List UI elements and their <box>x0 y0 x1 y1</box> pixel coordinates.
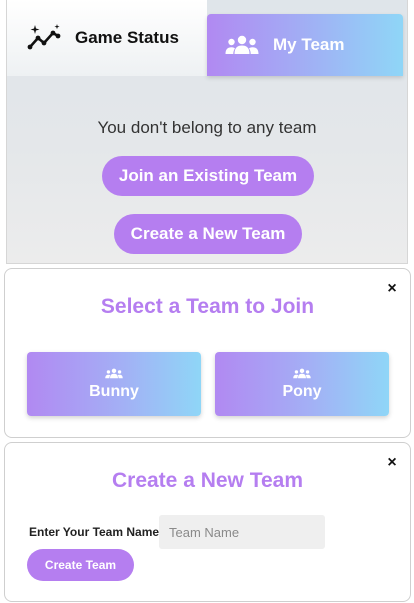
group-icon <box>293 368 311 379</box>
tab-my-team-label: My Team <box>273 35 345 54</box>
team-status-panel: Game Status My Team You don't belong to … <box>6 0 408 264</box>
no-team-message: You don't belong to any team <box>97 118 317 137</box>
tab-game-status-label: Game Status <box>75 28 179 47</box>
group-icon <box>105 368 123 379</box>
team-name-field-label: Enter Your Team Name <box>29 525 160 539</box>
tab-my-team[interactable]: My Team <box>207 14 403 76</box>
create-modal-title: Create a New Team <box>111 469 304 492</box>
group-icon <box>225 35 259 55</box>
team-card-bunny[interactable]: Bunny <box>27 352 201 416</box>
join-team-modal: × Select a Team to Join Bunny Pony <box>4 268 411 438</box>
create-new-team-button[interactable]: Create a New Team <box>114 214 302 254</box>
join-modal-title: Select a Team to Join <box>100 295 315 318</box>
team-card-pony[interactable]: Pony <box>215 352 389 416</box>
team-name-label: Pony <box>282 382 322 400</box>
sparkle-chart-icon <box>27 23 63 53</box>
create-team-submit-button[interactable]: Create Team <box>27 549 134 581</box>
team-name-input[interactable] <box>159 515 325 549</box>
create-team-modal: × Create a New Team Enter Your Team Name… <box>4 442 411 602</box>
join-existing-team-button[interactable]: Join an Existing Team <box>102 156 314 196</box>
team-name-label: Bunny <box>89 382 139 400</box>
tab-game-status[interactable]: Game Status <box>7 0 207 76</box>
